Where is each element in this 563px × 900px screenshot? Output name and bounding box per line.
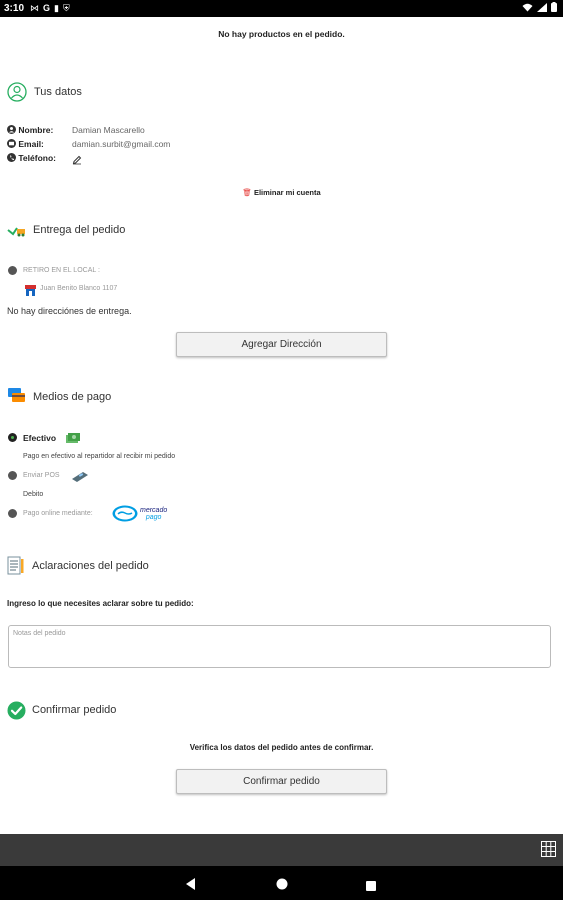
cash-radio[interactable] bbox=[8, 433, 17, 442]
email-label: Email: bbox=[18, 139, 44, 149]
trash-icon: 🗑 bbox=[242, 188, 252, 197]
status-left-icons: ⋈ G ▮ ⛨ bbox=[30, 3, 70, 14]
notes-section-title: Aclaraciones del pedido bbox=[32, 560, 149, 572]
confirm-order-button[interactable]: Confirmar pedido bbox=[176, 769, 387, 794]
delivery-section-title: Entrega del pedido bbox=[33, 224, 126, 236]
mp-logo-line1: mercado bbox=[140, 506, 168, 514]
user-email-row: Email: bbox=[7, 139, 44, 149]
system-nav-bar bbox=[0, 866, 563, 900]
bottom-app-bar bbox=[0, 834, 563, 866]
shield-icon: ⛨ bbox=[62, 3, 70, 13]
notes-icon bbox=[7, 556, 25, 581]
wifi-icon bbox=[522, 3, 533, 15]
order-notes-textarea[interactable]: Notas del pedido bbox=[8, 625, 551, 668]
cash-label: Efectivo bbox=[23, 433, 57, 443]
file-icon: ▮ bbox=[54, 3, 59, 13]
pickup-label: RETIRO EN EL LOCAL : bbox=[23, 267, 100, 274]
cash-bill-icon bbox=[66, 431, 80, 449]
grid-menu-icon[interactable] bbox=[541, 841, 556, 862]
empty-cart-message: No hay productos en el pedido. bbox=[218, 29, 345, 39]
pickup-address: Juan Benito Blanco 1107 bbox=[40, 285, 118, 292]
phone-label: Teléfono: bbox=[18, 153, 56, 163]
delivery-icon bbox=[7, 222, 27, 243]
name-value: Damian Mascarello bbox=[72, 125, 145, 135]
delete-account-label: Eliminar mi cuenta bbox=[253, 188, 321, 197]
mercadopago-logo: mercado pago bbox=[112, 505, 167, 522]
cash-description: Pago en efectivo al repartidor al recibi… bbox=[23, 453, 176, 460]
online-payment-radio[interactable] bbox=[8, 509, 17, 518]
payment-section-title: Medios de pago bbox=[33, 391, 112, 403]
back-icon[interactable] bbox=[186, 877, 196, 895]
notes-instruction: Ingreso lo que necesites aclarar sobre t… bbox=[7, 599, 194, 608]
pos-label: Enviar POS bbox=[23, 472, 60, 479]
status-bar: 3:10 ⋈ G ▮ ⛨ bbox=[0, 0, 563, 17]
pos-radio[interactable] bbox=[8, 471, 17, 480]
confirm-section-title: Confirmar pedido bbox=[32, 704, 117, 716]
status-right-icons bbox=[522, 2, 557, 15]
debit-label: Debito bbox=[23, 491, 44, 498]
user-icon bbox=[7, 82, 27, 107]
confirm-check-icon bbox=[7, 701, 26, 725]
g-icon: G bbox=[43, 3, 51, 13]
email-value: damian.surbit@gmail.com bbox=[72, 139, 171, 149]
edit-phone-icon[interactable] bbox=[72, 152, 82, 170]
name-label: Nombre: bbox=[18, 125, 54, 135]
email-icon bbox=[7, 139, 18, 149]
store-icon bbox=[25, 283, 36, 301]
signal-icon bbox=[537, 2, 547, 15]
battery-icon bbox=[551, 2, 557, 15]
status-time: 3:10 bbox=[4, 3, 25, 14]
mercadopago-handshake-icon bbox=[112, 505, 138, 522]
add-address-button[interactable]: Agregar Dirección bbox=[176, 332, 387, 357]
pos-terminal-icon bbox=[71, 469, 89, 487]
recents-icon[interactable] bbox=[366, 878, 376, 896]
person-icon bbox=[7, 125, 18, 135]
no-addresses-text: No hay direcciónes de entrega. bbox=[7, 306, 132, 316]
phone-icon bbox=[7, 153, 18, 163]
order-notes-placeholder: Notas del pedido bbox=[13, 630, 66, 637]
payment-methods-icon bbox=[7, 386, 27, 411]
user-phone-row: Teléfono: bbox=[7, 153, 56, 163]
home-icon[interactable] bbox=[276, 877, 288, 895]
online-payment-label: Pago online mediante: bbox=[23, 510, 93, 517]
pickup-radio[interactable] bbox=[8, 266, 17, 275]
m-icon: ⋈ bbox=[30, 3, 40, 13]
mp-logo-line2: pago bbox=[145, 513, 162, 521]
verify-text: Verifica los datos del pedido antes de c… bbox=[189, 743, 374, 752]
delete-account-link[interactable]: 🗑 Eliminar mi cuenta bbox=[0, 188, 563, 197]
user-section-title: Tus datos bbox=[34, 86, 82, 98]
user-name-row: Nombre: bbox=[7, 125, 53, 135]
